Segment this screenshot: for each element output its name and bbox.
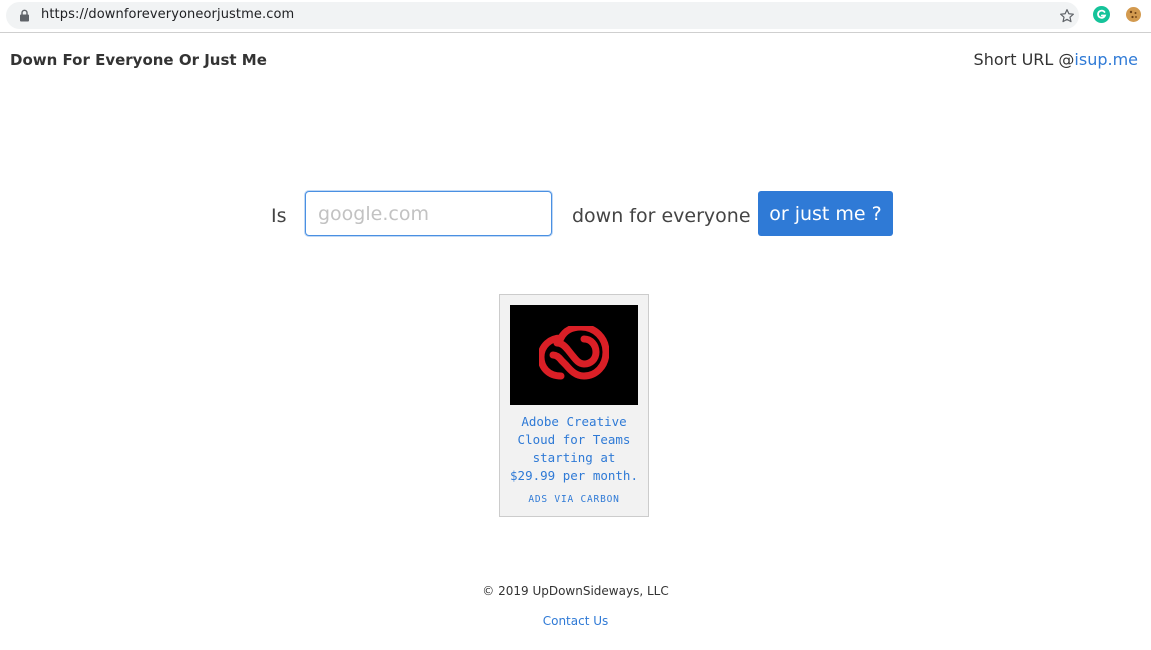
url-text[interactable]: https://downforeveryoneorjustme.com xyxy=(41,7,294,22)
footer-contact: Contact Us xyxy=(0,614,1151,628)
browser-toolbar: https://downforeveryoneorjustme.com xyxy=(0,0,1151,33)
or-just-me-button[interactable]: or just me ? xyxy=(758,191,893,236)
grammarly-extension-icon[interactable] xyxy=(1093,6,1110,23)
contact-us-link[interactable]: Contact Us xyxy=(543,614,609,628)
ads-via-carbon-link[interactable]: ADS VIA CARBON xyxy=(500,494,648,505)
star-icon[interactable] xyxy=(1058,7,1076,25)
short-url-link[interactable]: isup.me xyxy=(1074,50,1138,69)
short-url: Short URL @isup.me xyxy=(974,50,1138,69)
short-url-prefix: Short URL @ xyxy=(973,50,1075,69)
down-for-everyone-label: down for everyone xyxy=(572,205,751,227)
cookie-extension-icon[interactable] xyxy=(1125,6,1142,23)
ad-image[interactable] xyxy=(510,305,638,405)
adobe-creative-cloud-logo xyxy=(539,326,609,380)
copyright-text: © 2019 UpDownSideways, LLC xyxy=(482,584,669,598)
ad-text-link[interactable]: Adobe Creative Cloud for Teams starting … xyxy=(508,413,640,485)
lock-icon[interactable] xyxy=(19,9,30,22)
carbon-ad: Adobe Creative Cloud for Teams starting … xyxy=(499,294,649,517)
domain-input[interactable] xyxy=(305,191,552,236)
site-title[interactable]: Down For Everyone Or Just Me xyxy=(10,51,267,69)
address-bar[interactable]: https://downforeveryoneorjustme.com xyxy=(6,2,1079,29)
is-label: Is xyxy=(271,205,287,227)
